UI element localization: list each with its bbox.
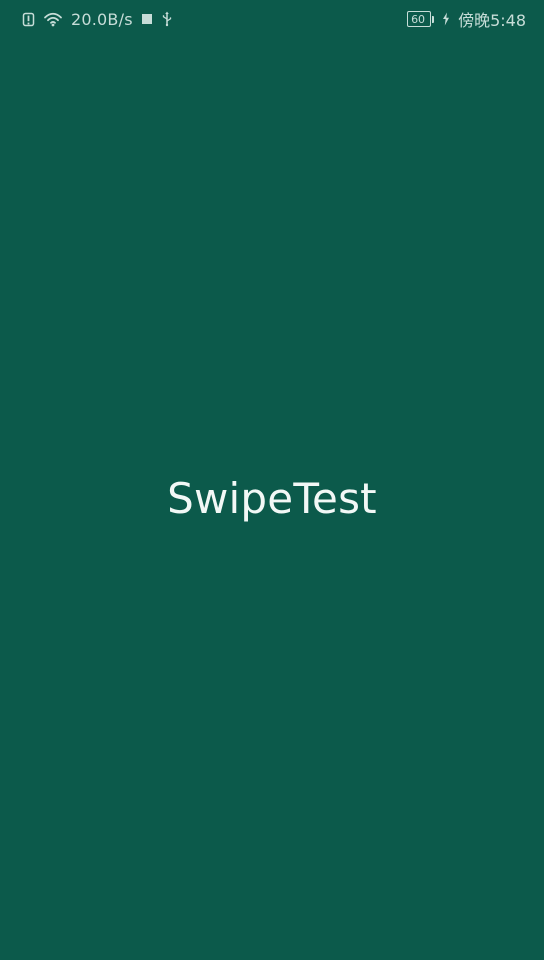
status-bar: 20.0B/s 60 傍晚5:48 — [0, 0, 544, 38]
app-screen: 20.0B/s 60 傍晚5:48 SwipeTest — [0, 0, 544, 960]
status-right: 60 傍晚5:48 — [407, 7, 526, 31]
status-left: 20.0B/s — [22, 10, 173, 29]
battery-level: 60 — [411, 12, 426, 26]
usb-icon — [161, 11, 173, 27]
wifi-icon — [43, 11, 63, 27]
charging-icon — [442, 12, 450, 26]
battery-indicator: 60 — [407, 11, 432, 27]
app-title: SwipeTest — [167, 474, 377, 523]
alert-icon — [22, 12, 35, 27]
network-speed: 20.0B/s — [71, 9, 133, 29]
status-time: 傍晚5:48 — [458, 11, 526, 30]
square-icon — [141, 13, 153, 25]
battery-cap — [432, 15, 435, 23]
